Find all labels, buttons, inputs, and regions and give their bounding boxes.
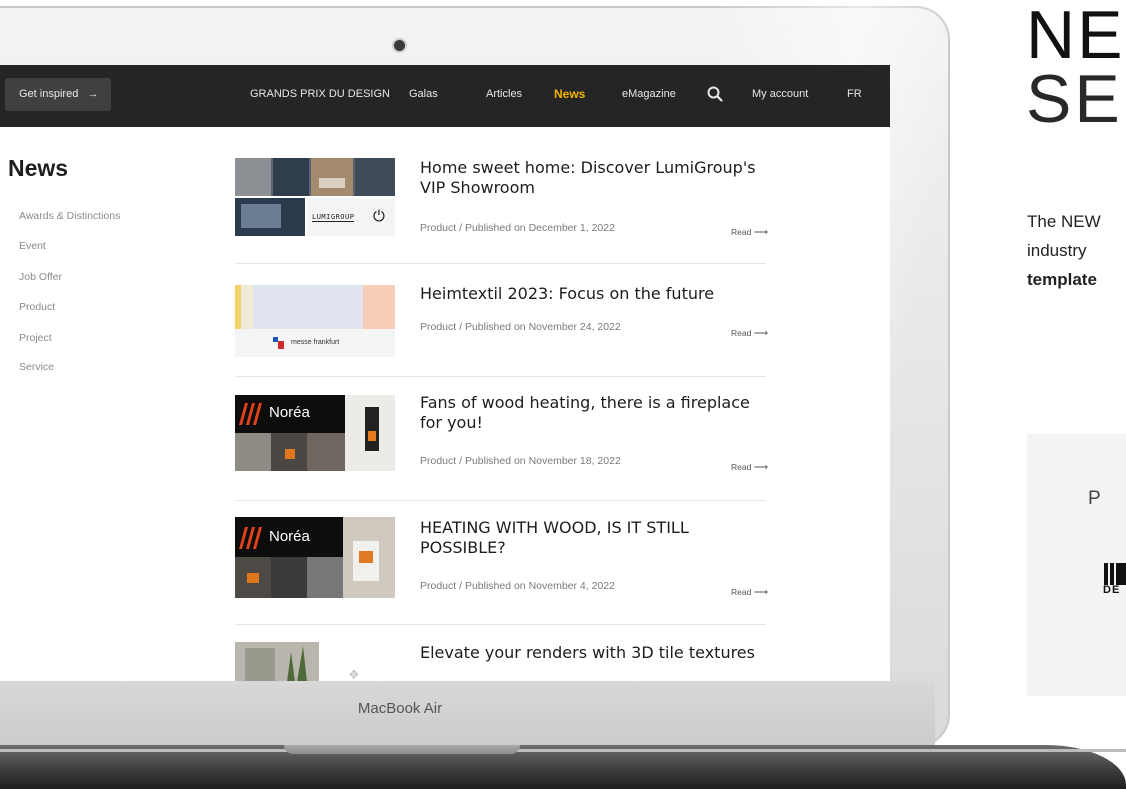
article-meta: Product / Published on December 1, 2022: [420, 222, 615, 234]
nav-galas[interactable]: Galas: [409, 88, 438, 100]
nav-articles[interactable]: Articles: [486, 88, 522, 100]
read-label: Read: [731, 328, 752, 338]
article-item[interactable]: Noréa Fans of wood heating, there is a f…: [235, 393, 768, 485]
get-inspired-button[interactable]: Get inspired →: [5, 78, 111, 111]
sidebar-item-service[interactable]: Service: [19, 361, 54, 373]
search-icon[interactable]: [706, 85, 724, 103]
article-divider: [235, 624, 766, 625]
norea-logo: Noréa: [269, 528, 310, 545]
norea-logo: Noréa: [269, 404, 310, 421]
power-icon: ⏻: [373, 207, 385, 225]
nav-language[interactable]: FR: [847, 88, 862, 100]
tile-texture-image: [235, 642, 319, 681]
read-label: Read: [731, 587, 752, 597]
site-nav: Get inspired → GRANDS PRIX DU DESIGN Gal…: [0, 65, 890, 127]
article-item[interactable]: messe frankfurt Heimtextil 2023: Focus o…: [235, 284, 768, 365]
article-meta: Product / Published on November 4, 2022: [420, 580, 615, 592]
article-title[interactable]: Fans of wood heating, there is a firepla…: [420, 393, 765, 433]
fireplace-image: [235, 395, 395, 471]
article-title[interactable]: HEATING WITH WOOD, IS IT STILL POSSIBLE?: [420, 518, 765, 558]
article-thumbnail[interactable]: messe frankfurt: [235, 285, 395, 357]
article-title[interactable]: Heimtextil 2023: Focus on the future: [420, 284, 765, 304]
showroom-image: [235, 158, 395, 236]
nav-grands-prix[interactable]: GRANDS PRIX DU DESIGN: [250, 88, 390, 100]
read-label: Read: [731, 227, 752, 237]
lumigroup-logo: LUMIGROUP: [312, 213, 355, 222]
arrow-right-icon: ⟶: [753, 227, 769, 238]
wood-heating-image: [235, 517, 395, 598]
article-divider: [235, 500, 766, 501]
article-divider: [235, 376, 766, 377]
article-item[interactable]: Noréa HEATING WITH WOOD, IS IT STILL POS…: [235, 517, 768, 607]
sidebar-item-job-offer[interactable]: Job Offer: [19, 271, 62, 283]
sidebar-item-event[interactable]: Event: [19, 240, 46, 252]
sidebar-item-product[interactable]: Product: [19, 301, 55, 313]
article-item[interactable]: LUMIGROUP ⏻ Home sweet home: Discover Lu…: [235, 158, 768, 238]
arrow-right-icon: ⟶: [753, 587, 769, 598]
article-title[interactable]: Elevate your renders with 3D tile textur…: [420, 643, 765, 663]
right-panel-text-line: The NEW: [1027, 212, 1101, 231]
article-meta: Product / Published on November 18, 2022: [420, 455, 621, 467]
camera: [394, 40, 405, 51]
article-thumbnail[interactable]: Noréa: [235, 395, 395, 471]
nav-news[interactable]: News: [554, 87, 585, 101]
nav-emagazine[interactable]: eMagazine: [622, 88, 676, 100]
get-inspired-label: Get inspired: [19, 88, 79, 100]
arrow-right-icon: ⟶: [753, 328, 769, 339]
device-label: MacBook Air: [357, 700, 443, 717]
article-meta: Product / Published on November 24, 2022: [420, 321, 621, 333]
messe-frankfurt-logo: messe frankfurt: [291, 339, 340, 346]
read-label: Read: [731, 462, 752, 472]
sidebar-item-project[interactable]: Project: [19, 332, 52, 344]
right-panel-text-line: industry: [1027, 241, 1087, 260]
right-panel-text-bold: template: [1027, 270, 1097, 289]
arrow-right-icon: →: [87, 88, 99, 100]
laptop-notch: [284, 745, 520, 754]
arrow-right-icon: ⟶: [753, 462, 769, 473]
read-link[interactable]: Read ⟶: [731, 227, 768, 238]
right-panel-card-text: P: [1088, 488, 1101, 509]
design-logo-text: DE: [1103, 584, 1121, 596]
read-link[interactable]: Read ⟶: [731, 587, 768, 598]
heimtextil-image: [235, 285, 395, 357]
sidebar-title: News: [8, 155, 69, 181]
article-item[interactable]: ❖ Elevate your renders with 3D tile text…: [235, 642, 766, 681]
article-thumbnail[interactable]: LUMIGROUP ⏻: [235, 158, 395, 236]
article-thumbnail[interactable]: Noréa: [235, 517, 395, 598]
laptop-screen: Get inspired → GRANDS PRIX DU DESIGN Gal…: [0, 65, 890, 681]
tile-icon: ❖: [348, 668, 360, 681]
article-title[interactable]: Home sweet home: Discover LumiGroup's VI…: [420, 158, 765, 198]
read-link[interactable]: Read ⟶: [731, 328, 768, 339]
read-link[interactable]: Read ⟶: [731, 462, 768, 473]
sidebar-item-awards[interactable]: Awards & Distinctions: [19, 210, 120, 222]
article-thumbnail[interactable]: [235, 642, 325, 681]
right-panel-subheading: SE(: [1026, 61, 1126, 137]
laptop-base-highlight: [0, 749, 1126, 752]
nav-my-account[interactable]: My account: [752, 88, 808, 100]
article-divider: [235, 263, 766, 264]
